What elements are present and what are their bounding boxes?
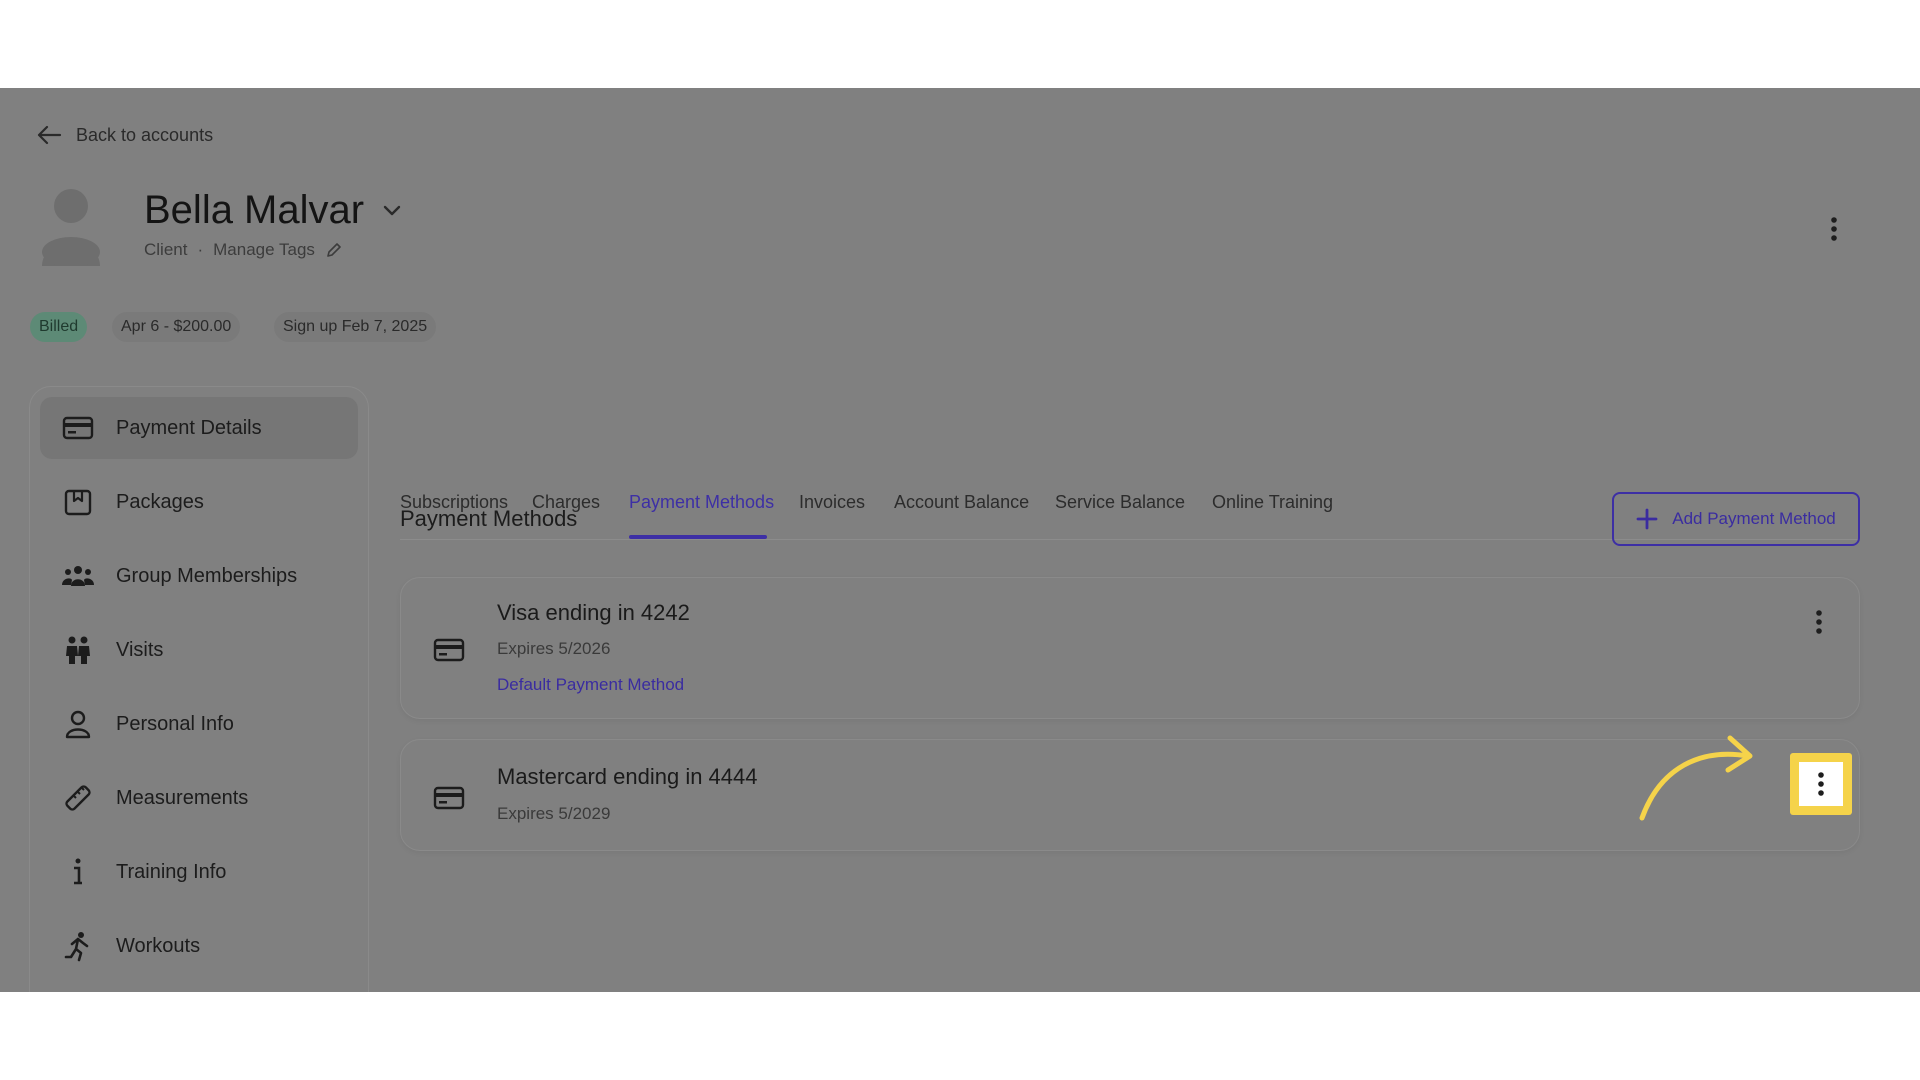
avatar [42,189,100,266]
sidebar-item-label: Packages [116,490,204,513]
active-tab-indicator [629,535,767,539]
sidebar-item-label: Personal Info [116,712,234,735]
sidebar-item-label: Training Info [116,860,227,883]
sidebar-item-group-memberships[interactable]: Group Memberships [40,545,358,607]
app-screen: Back to accounts Bella Malvar Client · M… [0,88,1920,992]
ruler-icon [65,785,91,811]
more-vertical-icon [1818,772,1824,796]
sidebar-item-visits[interactable]: Visits [40,619,358,681]
tab-payment-methods[interactable]: Payment Methods [629,492,774,513]
manage-tags-link[interactable]: Manage Tags [213,240,315,260]
add-payment-method-button[interactable]: Add Payment Method [1612,492,1860,546]
add-payment-method-label: Add Payment Method [1672,509,1836,528]
sidebar-item-label: Visits [116,638,164,661]
sidebar-item-label: Group Memberships [116,564,298,587]
package-icon [64,489,92,516]
client-role: Client [144,240,188,259]
tab-service-balance[interactable]: Service Balance [1055,492,1185,513]
sidebar-item-payment-details[interactable]: Payment Details [40,397,358,459]
card-title: Mastercard ending in 4444 [497,764,758,789]
tab-online-training[interactable]: Online Training [1212,492,1333,513]
sidebar: Payment Details Packages Group Membershi… [29,386,369,992]
more-vertical-icon[interactable] [1822,214,1846,244]
card-more-button[interactable] [1799,762,1843,806]
credit-card-icon [62,416,94,440]
default-payment-method-link[interactable]: Default Payment Method [497,675,684,695]
highlight-frame [1790,753,1852,815]
running-icon [64,932,89,962]
client-name: Bella Malvar [144,188,365,232]
plus-icon [1636,508,1658,530]
sidebar-item-label: Measurements [116,786,249,809]
payment-badge: Apr 6 - $200.00 [112,312,241,342]
sidebar-item-label: Payment Details [116,416,262,439]
separator-dot: · [197,240,204,259]
section-title: Payment Methods [400,506,578,531]
sidebar-item-personal-info[interactable]: Personal Info [40,693,358,755]
sidebar-item-measurements[interactable]: Measurements [40,767,358,829]
tab-account-balance[interactable]: Account Balance [894,492,1029,513]
sidebar-item-workouts[interactable]: Workouts [40,915,358,977]
visits-icon [66,636,90,664]
back-to-accounts-link[interactable]: Back to accounts [36,124,213,146]
card-title: Visa ending in 4242 [497,600,690,625]
card-expiry: Expires 5/2029 [497,804,611,823]
client-name-row: Bella Malvar [144,188,402,233]
more-vertical-icon[interactable] [1807,607,1831,637]
person-icon [65,710,91,739]
payment-method-card: Visa ending in 4242 Expires 5/2026 Defau… [400,577,1860,719]
pointer-arrow-icon [1639,735,1753,821]
info-icon [74,858,82,885]
client-subtitle: Client · Manage Tags [144,240,343,260]
chevron-down-icon[interactable] [382,204,402,218]
signup-badge: Sign up Feb 7, 2025 [274,312,437,342]
sidebar-item-packages[interactable]: Packages [40,471,358,533]
arrow-left-icon [37,125,62,145]
sidebar-item-label: Workouts [116,934,201,957]
tab-invoices[interactable]: Invoices [799,492,865,513]
card-expiry: Expires 5/2026 [497,639,611,658]
back-label: Back to accounts [76,124,214,145]
pencil-icon[interactable] [325,241,343,259]
sidebar-item-training-info[interactable]: Training Info [40,841,358,903]
credit-card-icon [433,638,465,662]
group-icon [62,566,94,586]
credit-card-icon [433,786,465,810]
billed-badge: Billed [30,312,88,342]
